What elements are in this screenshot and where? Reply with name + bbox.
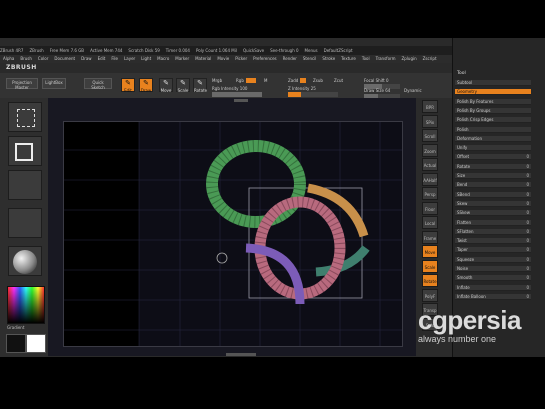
tray-row-label: Inflate [457, 284, 470, 290]
tray-row-value: 0 [526, 293, 529, 299]
tray-row-unify[interactable]: Unify [455, 145, 531, 152]
tray-row-sflatten[interactable]: SFlatten 0 [455, 228, 531, 235]
tray-row-label: Twist [457, 238, 467, 244]
tray-row-label: Taper [457, 247, 468, 253]
tray-row-label: Rotate [457, 163, 471, 169]
tray-row-size[interactable]: Size 0 [455, 173, 531, 179]
shelf-scale-button[interactable]: Scale [422, 259, 438, 273]
tray-row-polish-by-features[interactable]: Polish By Features [455, 98, 531, 105]
tray-row-polish-crisp-edges[interactable]: Polish Crisp Edges [455, 117, 531, 124]
tray-row-label: Smooth [457, 275, 473, 281]
tray-row-label: Subtool [457, 80, 473, 85]
tray-row-bend[interactable]: Bend 0 [455, 182, 531, 189]
canvas-handle[interactable] [234, 99, 248, 102]
bottom-handle[interactable] [226, 353, 256, 356]
watermark: cgpersia always number one [418, 306, 545, 344]
shelf-spix-button[interactable]: SPix [422, 114, 438, 128]
tray-row-value: 0 [526, 210, 529, 216]
tray-row-value: 0 [526, 284, 529, 290]
tray-row-label: Polish Crisp Edges [457, 117, 494, 123]
shelf-local-button[interactable]: Local [422, 216, 438, 229]
shelf-persp-button[interactable]: Persp [422, 187, 438, 200]
shelf-move-button[interactable]: Move [422, 245, 438, 258]
tray-row-squeeze[interactable]: Squeeze 0 [455, 256, 531, 263]
shelf-zoom-button[interactable]: Zoom [422, 143, 438, 157]
tray-row-label: Polish By Groups [457, 107, 491, 113]
tray-row-smooth[interactable]: Smooth 0 [455, 275, 531, 282]
tray-row-label: Offset [457, 154, 470, 160]
tray-row-label: Unify [457, 145, 468, 151]
tray-row-taper[interactable]: Taper 0 [455, 247, 531, 254]
tray-row-value: 0 [526, 256, 529, 262]
tray-row-subtool[interactable]: Subtool [455, 80, 531, 86]
watermark-name: cgpersia [418, 305, 521, 335]
tray-row-value: 0 [526, 275, 529, 281]
tray-row-label: Polish By Features [457, 98, 494, 104]
shelf-actual-button[interactable]: Actual [422, 158, 438, 171]
watermark-tagline: always number one [418, 334, 497, 344]
tray-row-skew[interactable]: Skew 0 [455, 200, 531, 207]
tray-row-value: 0 [526, 173, 529, 178]
tray-row-value: 0 [526, 200, 529, 206]
tray-row-label: SBend [457, 191, 470, 197]
tray-row-geometry[interactable]: Geometry [455, 89, 531, 96]
tray-row-sskew[interactable]: SSkew 0 [455, 210, 531, 217]
tray-row-value: 0 [526, 191, 529, 197]
tray-row-inflate[interactable]: Inflate 0 [455, 284, 531, 291]
tray-row-label: Inflate Balloon [457, 293, 486, 299]
tray-row-label: SSkew [457, 210, 470, 216]
tray-row-label: Noise [457, 266, 469, 271]
shelf-floor-button[interactable]: Floor [422, 201, 438, 215]
tray-header[interactable]: Tool [457, 70, 543, 78]
tray-row-value: 0 [526, 163, 529, 169]
tray-row-rotate[interactable]: Rotate 0 [455, 163, 531, 170]
tray-row-label: Deformation [457, 135, 482, 141]
tray-row-label: Geometry [457, 89, 477, 95]
tray-row-value: 0 [526, 266, 529, 271]
tray-row-label: Size [457, 173, 466, 178]
tray-row-twist[interactable]: Twist 0 [455, 238, 531, 245]
shelf-aahalf-button[interactable]: AAHalf [422, 172, 438, 186]
tray-row-label: Skew [457, 200, 468, 206]
tray-row-label: Squeeze [457, 256, 475, 262]
tray-row-value: 0 [526, 219, 529, 225]
tray-row-value: 0 [526, 238, 529, 244]
tray-row-polish-by-groups[interactable]: Polish By Groups [455, 107, 531, 114]
cursor-icon [216, 252, 228, 264]
video-frame: ZBrush 4R7 ZBrush Free Mem 7.6 GB Active Me… [0, 0, 545, 409]
tray-row-label: Flatten [457, 219, 471, 225]
tray-row-value: 0 [526, 182, 529, 188]
shelf-bpr-button[interactable]: BPR [422, 100, 438, 113]
shelf-rotate-button[interactable]: Rotate [422, 274, 438, 287]
tray-row-offset[interactable]: Offset 0 [455, 154, 531, 161]
tray-row-label: Bend [457, 182, 468, 188]
shelf-scroll-button[interactable]: Scroll [422, 129, 438, 142]
tray-row-value: 0 [526, 154, 529, 160]
tray-row-value: 0 [526, 228, 529, 234]
tray-row-label: SFlatten [457, 228, 474, 234]
tray-row-label: Polish [457, 126, 469, 132]
tray-row-flatten[interactable]: Flatten 0 [455, 219, 531, 226]
tray-row-noise[interactable]: Noise 0 [455, 266, 531, 272]
tray-row-value: 0 [526, 247, 529, 253]
tray-row-inflate-balloon[interactable]: Inflate Balloon 0 [455, 293, 531, 300]
shelf-frame-button[interactable]: Frame [422, 230, 438, 244]
tray-row-deformation[interactable]: Deformation [455, 135, 531, 142]
tray-row-sbend[interactable]: SBend 0 [455, 191, 531, 198]
tray-row-polish[interactable]: Polish [455, 126, 531, 133]
shelf-polyf-button[interactable]: PolyF [422, 288, 438, 302]
